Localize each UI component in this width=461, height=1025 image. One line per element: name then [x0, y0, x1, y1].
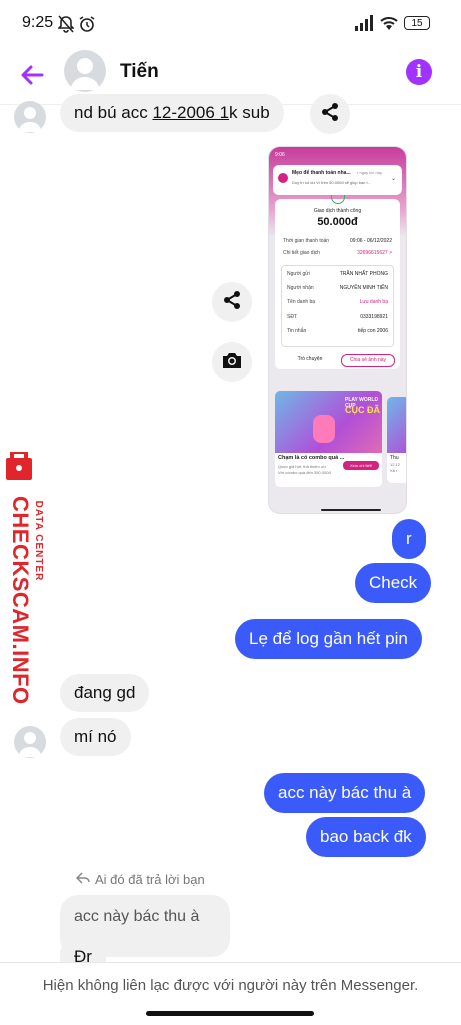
- incoming-message[interactable]: đang gd: [60, 674, 150, 712]
- promo-card: PLAY WORLD CUP CỤC ĐÃ Chạm là có combo q…: [275, 391, 382, 487]
- phone-label: SĐT: [287, 314, 297, 320]
- alarm-icon: [78, 15, 96, 38]
- detail-row: Chi tiết giao dịch 32696615627 >: [283, 250, 392, 260]
- receiver-label: Người nhận: [287, 285, 314, 291]
- share-button[interactable]: [212, 282, 252, 322]
- receiver-value: NGUYỄN MINH TIẾN: [339, 285, 388, 291]
- mascot-image: [313, 415, 335, 443]
- promo-side-sub: 12.12: [390, 462, 401, 467]
- camera-icon: [221, 350, 243, 375]
- contact-name[interactable]: Tiến: [120, 61, 159, 83]
- sender-value: TRẦN NHẤT PHONG: [339, 271, 388, 277]
- msg-label: Tin nhắn: [287, 328, 307, 334]
- transaction-card: Giao dịch thành công 50.000đ Thời gian t…: [275, 195, 400, 369]
- detail-label: Chi tiết giao dịch: [283, 250, 320, 256]
- reply-arrow-icon: [75, 872, 90, 887]
- payment-screenshot-image[interactable]: 9:06 Mẹo để thanh toán nha... • ngay lúc…: [268, 146, 407, 514]
- status-time: 9:25: [22, 14, 54, 31]
- contacts-label: Tên danh bạ: [287, 299, 316, 305]
- back-arrow-icon[interactable]: [18, 60, 48, 90]
- phone-row: SĐT 0333198921: [287, 314, 388, 324]
- watermark-brand: CHECKSCAM.INFO: [8, 496, 33, 705]
- time-value: 09:06 - 06/12/2022: [350, 238, 392, 244]
- camera-button[interactable]: [212, 342, 252, 382]
- screenshot-notification: Mẹo để thanh toán nha... • ngay lúc này …: [273, 165, 402, 195]
- contact-avatar[interactable]: [64, 50, 106, 92]
- outgoing-message[interactable]: acc này bác thu à: [264, 773, 426, 813]
- contacts-row: Tên danh bạ Lưu danh bạ: [287, 299, 388, 309]
- promo-side-art: [387, 397, 406, 453]
- share-icon: [320, 102, 340, 127]
- share-icon: [222, 290, 242, 315]
- detail-box: Người gửi TRẦN NHẤT PHONG Người nhận NGUYỄ…: [281, 265, 394, 347]
- msg-row: Tin nhắn tiếp con 2006: [287, 328, 388, 338]
- info-icon[interactable]: i: [406, 59, 432, 85]
- screenshot-home-bar: [321, 509, 381, 511]
- sender-row: Người gửi TRẦN NHẤT PHONG: [287, 271, 388, 281]
- msg-value: tiếp con 2006: [357, 328, 388, 334]
- app-logo-icon: [278, 173, 288, 183]
- contacts-value: Lưu danh bạ: [359, 299, 388, 305]
- watermark-tag: DATA CENTER: [33, 500, 44, 582]
- outgoing-message[interactable]: Check: [355, 563, 432, 603]
- share-image-button: Chia sẻ ảnh này: [341, 354, 395, 367]
- sender-label: Người gửi: [287, 271, 310, 277]
- amount: 50.000đ: [317, 216, 358, 228]
- promo-side-title: Thu: [390, 455, 399, 461]
- success-label: Giao dịch thành công: [313, 208, 362, 214]
- chevron-down-icon: ⌄: [390, 176, 396, 182]
- promo-banner-text: CỤC ĐÃ: [345, 405, 380, 415]
- battery-level: 15: [411, 18, 423, 29]
- promo-side-sub: Xã r: [390, 468, 398, 473]
- quoted-text: acc này bác thu à: [74, 908, 200, 925]
- success-check-icon: [331, 195, 345, 204]
- notif-title: Mẹo để thanh toán nha...: [292, 170, 351, 176]
- message-link[interactable]: 12-2006 1: [152, 103, 229, 122]
- unavailable-footer: Hiện không liên lạc được với người này t…: [0, 962, 461, 1025]
- reply-indicator: Ai đó đã trả lời bạn: [75, 872, 205, 887]
- cell-signal-icon: [354, 15, 374, 36]
- wifi-icon: [379, 15, 399, 36]
- reply-label: Ai đó đã trả lời bạn: [95, 872, 205, 887]
- status-bar: 9:25 15: [0, 0, 461, 48]
- screenshot-status-time: 9:06: [275, 152, 285, 158]
- home-indicator[interactable]: [146, 1011, 314, 1016]
- outgoing-message[interactable]: r: [392, 519, 426, 559]
- message-text-part: k sub: [229, 103, 270, 122]
- share-button[interactable]: [310, 94, 350, 134]
- outgoing-message[interactable]: Lẹ để log gần hết pin: [235, 619, 422, 659]
- battery-icon: 15: [404, 16, 430, 30]
- detail-value: 32696615627 >: [357, 250, 392, 256]
- promo-banner: PLAY WORLD CUP CỤC ĐÃ Chạm là có combo q…: [275, 391, 406, 487]
- incoming-message[interactable]: mí nó: [60, 718, 131, 756]
- time-label: Thời gian thanh toán: [283, 238, 330, 244]
- time-row: Thời gian thanh toán 09:06 - 06/12/2022: [283, 238, 392, 248]
- chat-button: Trò chuyện: [297, 356, 323, 362]
- muted-bell-icon: [57, 15, 75, 38]
- notif-body: Duy trì số dư Ví trên 50.000đ sẽ giúp bạ…: [292, 180, 371, 185]
- promo-sub: Với combo quà đến 350.000đ: [278, 470, 331, 475]
- footer-text: Hiện không liên lạc được với người này t…: [42, 977, 419, 994]
- promo-title: Chạm là có combo quà ...: [278, 455, 345, 461]
- message-text-part: nd bú acc: [74, 103, 153, 122]
- sender-avatar[interactable]: [14, 101, 46, 133]
- promo-card-side: Thu 12.12 Xã r: [387, 397, 406, 483]
- outgoing-message[interactable]: bao back đk: [306, 817, 426, 857]
- incoming-message[interactable]: nd bú acc 12-2006 1k sub: [60, 94, 284, 132]
- notif-time: • ngay lúc này: [357, 170, 382, 175]
- watermark: CHECKSCAM.INFO DATA CENTER: [4, 450, 50, 705]
- receiver-row: Người nhận NGUYỄN MINH TIẾN: [287, 285, 388, 295]
- phone-value: 0333198921: [360, 314, 388, 320]
- sender-avatar[interactable]: [14, 726, 46, 758]
- promo-button: Xem chi tiết!: [343, 461, 379, 470]
